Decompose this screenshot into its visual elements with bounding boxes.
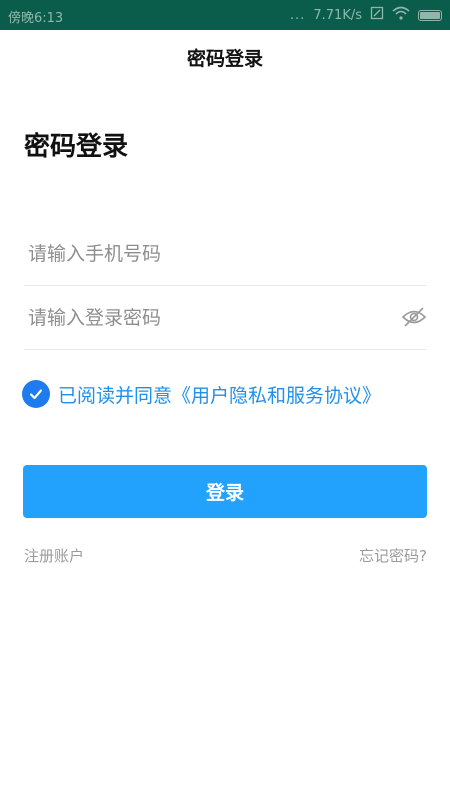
battery-icon (418, 9, 442, 21)
phone-field (24, 222, 427, 286)
status-right: ... 7.71K/s (290, 6, 442, 24)
network-speed: 7.71K/s (313, 7, 362, 23)
nav-title: 密码登录 (186, 48, 263, 70)
wifi-icon (392, 6, 410, 24)
agreement-link[interactable]: 已阅读并同意《用户隐私和服务协议》 (58, 381, 381, 408)
status-time: 傍晚6:13 (8, 11, 64, 26)
status-bar: 傍晚6:13 ... 7.71K/s (0, 0, 450, 30)
password-input[interactable] (28, 302, 388, 334)
agreement-row: 已阅读并同意《用户隐私和服务协议》 (22, 380, 381, 408)
page-title: 密码登录 (24, 132, 129, 162)
login-button[interactable]: 登录 (23, 465, 427, 518)
status-dots: ... (289, 7, 306, 23)
phone-input[interactable] (28, 238, 388, 270)
eye-off-icon[interactable] (401, 306, 427, 328)
check-icon[interactable] (22, 380, 50, 408)
signal-icon (370, 6, 384, 24)
forgot-password-link[interactable]: 忘记密码? (359, 545, 427, 566)
password-field (24, 286, 427, 350)
register-link[interactable]: 注册账户 (24, 545, 84, 566)
